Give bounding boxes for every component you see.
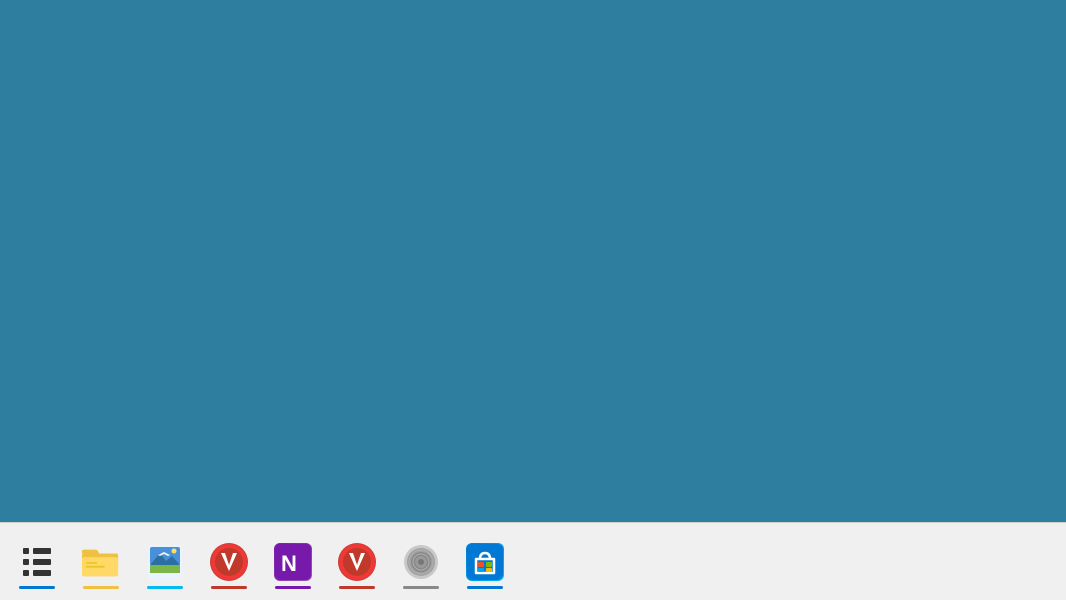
msstore-active-bar (467, 586, 503, 589)
taskbar-icon-file-explorer[interactable] (72, 533, 130, 591)
taskbar-icon-audio[interactable] (392, 533, 450, 591)
taskbar-icon-xnview[interactable] (136, 533, 194, 591)
desktop (0, 0, 1066, 522)
folder-icon (82, 543, 120, 581)
audio-active-bar (403, 586, 439, 589)
file-explorer-active-bar (83, 586, 119, 589)
onenote-active-bar (275, 586, 311, 589)
ableton-active-bar (19, 586, 55, 589)
taskbar-icon-vivaldi-2[interactable] (328, 533, 386, 591)
vivaldi-icon-2 (338, 543, 376, 581)
xnview-icon (146, 543, 184, 581)
msstore-icon (466, 543, 504, 581)
ableton-icon (18, 543, 56, 581)
xnview-active-bar (147, 586, 183, 589)
vivaldi2-active-bar (339, 586, 375, 589)
vivaldi1-active-bar (211, 586, 247, 589)
taskbar-icon-onenote[interactable]: N (264, 533, 322, 591)
onenote-icon: N (274, 543, 312, 581)
svg-text:N: N (281, 551, 297, 576)
taskbar-icon-vivaldi-1[interactable] (200, 533, 258, 591)
vivaldi-icon-1 (210, 543, 248, 581)
taskbar: N (0, 522, 1066, 600)
taskbar-icon-msstore[interactable] (456, 533, 514, 591)
taskbar-icon-ableton[interactable] (8, 533, 66, 591)
audio-icon (402, 543, 440, 581)
taskbar-icons: N (8, 523, 514, 600)
